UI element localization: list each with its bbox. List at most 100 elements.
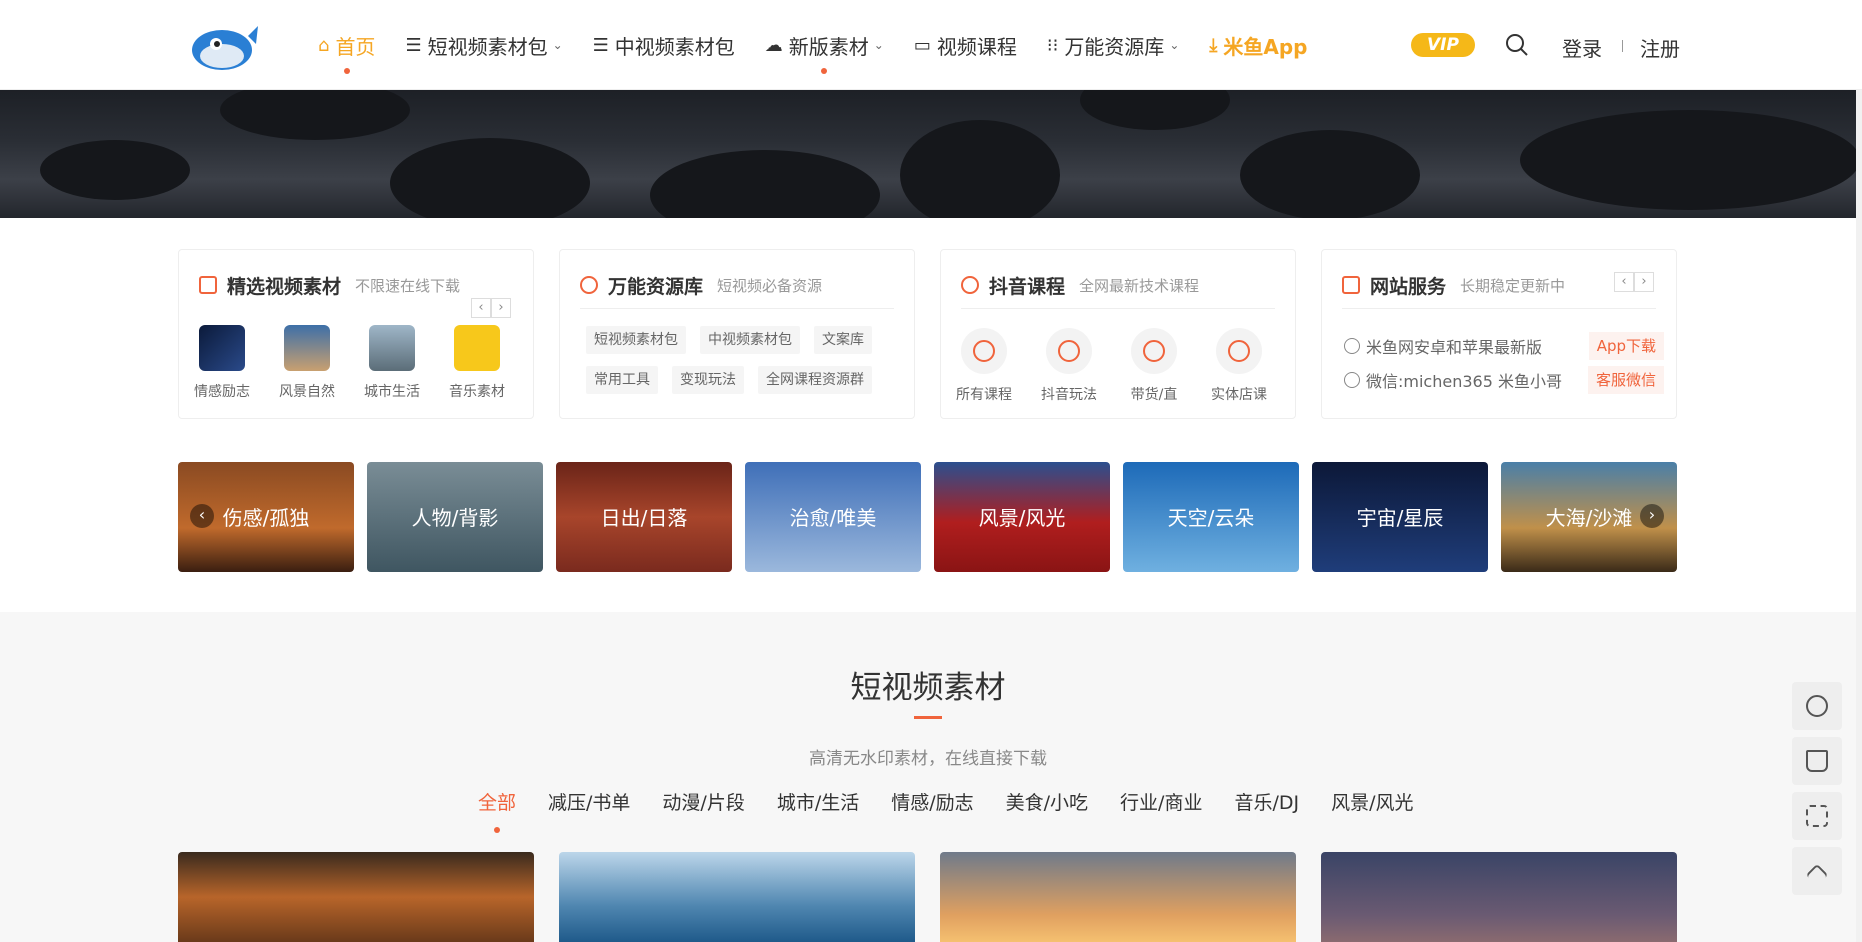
category-tile[interactable]: 治愈/唯美 xyxy=(745,462,921,572)
wechat-support-button[interactable]: 客服微信 xyxy=(1587,366,1664,394)
resource-tag[interactable]: 全网课程资源群 xyxy=(758,366,872,394)
resource-tag[interactable]: 变现玩法 xyxy=(672,366,744,394)
resource-tag[interactable]: 中视频素材包 xyxy=(700,326,800,354)
thumbnail-image xyxy=(454,325,500,371)
tab-filter[interactable]: 情感/励志 xyxy=(891,788,973,815)
course-item[interactable]: 实体店课 xyxy=(1211,328,1267,404)
card-douyin-courses: 抖音课程 全网最新技术课程 所有课程 抖音玩法 带货/直 实体店课 xyxy=(940,249,1296,419)
chevron-right-icon[interactable]: › xyxy=(1640,504,1664,528)
filter-tabs: 全部 减压/书单 动漫/片段 城市/生活 情感/励志 美食/小吃 行业/商业 音… xyxy=(478,788,1414,833)
card-site-services: 网站服务 长期稳定更新中 ‹ › 米鱼网安卓和苹果最新版 App下载 微信:mi… xyxy=(1321,249,1677,419)
category-tile[interactable]: 人物/背影 xyxy=(367,462,543,572)
thumbnail-image xyxy=(199,325,245,371)
back-to-top-icon[interactable] xyxy=(1792,847,1842,895)
nav-medium-video-pack-label: 中视频素材包 xyxy=(614,34,735,59)
banner-rock xyxy=(1240,130,1420,218)
card-subtitle: 全网最新技术课程 xyxy=(1079,276,1200,295)
document-icon xyxy=(1342,276,1360,294)
home-icon: ⌂ xyxy=(318,34,330,56)
main-nav: ⌂ 首页 ☰ 短视频素材包 ⌄ ☰ 中视频素材包 ☁ 新版素材 ⌄ ▭ 视频课程… xyxy=(318,0,1337,90)
video-card[interactable] xyxy=(559,852,915,942)
tab-filter[interactable]: 美食/小吃 xyxy=(1006,788,1088,815)
service-text: 微信:michen365 米鱼小哥 xyxy=(1366,372,1562,391)
carousel-arrows: ‹ › xyxy=(1614,272,1654,292)
featured-item[interactable]: 城市生活 xyxy=(364,325,420,401)
carousel-arrows: ‹ › xyxy=(471,298,511,318)
tab-filter[interactable]: 减压/书单 xyxy=(548,788,630,815)
tab-filter[interactable]: 动漫/片段 xyxy=(662,788,744,815)
banner-rock xyxy=(1080,90,1230,130)
list-icon: ☰ xyxy=(592,34,609,56)
tab-all[interactable]: 全部 xyxy=(478,788,516,833)
nav-app-label: 米鱼App xyxy=(1223,34,1308,59)
course-item-label: 实体店课 xyxy=(1211,387,1267,403)
register-link[interactable]: 注册 xyxy=(1640,33,1680,62)
service-row: 微信:michen365 米鱼小哥 客服微信 xyxy=(1344,364,1664,396)
banner-rock xyxy=(650,150,880,218)
section-title: 短视频素材 xyxy=(850,670,1006,706)
course-item-label: 抖音玩法 xyxy=(1041,387,1097,403)
chevron-left-icon[interactable]: ‹ xyxy=(190,504,214,528)
app-download-button[interactable]: App下载 xyxy=(1588,332,1664,360)
download-icon: ⤓ xyxy=(1209,34,1218,56)
course-icon xyxy=(961,328,1007,374)
vip-badge[interactable]: VIP xyxy=(1411,33,1475,57)
course-item[interactable]: 所有课程 xyxy=(956,328,1012,404)
video-card[interactable] xyxy=(1321,852,1677,942)
tab-filter[interactable]: 行业/商业 xyxy=(1120,788,1202,815)
course-item[interactable]: 抖音玩法 xyxy=(1041,328,1097,404)
nav-new-materials-label: 新版素材 xyxy=(788,34,869,59)
featured-item-label: 城市生活 xyxy=(364,384,420,400)
chevron-right-icon[interactable]: › xyxy=(1634,272,1654,292)
fullscreen-icon[interactable] xyxy=(1792,792,1842,840)
service-text: 米鱼网安卓和苹果最新版 xyxy=(1366,338,1543,357)
divider xyxy=(1622,40,1623,52)
nav-new-materials[interactable]: ☁ 新版素材 ⌄ xyxy=(765,0,884,90)
video-card[interactable] xyxy=(178,852,534,942)
tab-filter[interactable]: 音乐/DJ xyxy=(1234,788,1299,815)
thumbnail-image xyxy=(284,325,330,371)
section-underline xyxy=(914,716,942,719)
search-icon[interactable] xyxy=(1505,33,1529,57)
featured-item[interactable]: 风景自然 xyxy=(279,325,335,401)
resource-tag[interactable]: 文案库 xyxy=(814,326,872,354)
tab-filter[interactable]: 城市/生活 xyxy=(777,788,859,815)
nav-video-courses[interactable]: ▭ 视频课程 xyxy=(914,0,1017,90)
nav-app[interactable]: ⤓ 米鱼App xyxy=(1209,0,1307,90)
featured-item[interactable]: 情感励志 xyxy=(194,325,250,401)
nav-home-label: 首页 xyxy=(335,34,376,59)
nav-resource-library[interactable]: ⁝⁝ 万能资源库 ⌄ xyxy=(1047,0,1180,90)
resource-tag[interactable]: 常用工具 xyxy=(586,366,658,394)
new-dot xyxy=(821,68,828,74)
category-tile[interactable]: 天空/云朵 xyxy=(1123,462,1299,572)
category-tile[interactable]: 日出/日落 xyxy=(556,462,732,572)
tab-filter[interactable]: 风景/风光 xyxy=(1331,788,1413,815)
resource-tag[interactable]: 短视频素材包 xyxy=(586,326,686,354)
category-label: 日出/日落 xyxy=(600,506,688,530)
short-video-section: 短视频素材 高清无水印素材，在线直接下载 全部 减压/书单 动漫/片段 城市/生… xyxy=(0,612,1856,942)
chevron-left-icon[interactable]: ‹ xyxy=(471,298,491,318)
chevron-left-icon[interactable]: ‹ xyxy=(1614,272,1634,292)
chevron-down-icon: ⌄ xyxy=(552,38,563,52)
nav-short-video-pack[interactable]: ☰ 短视频素材包 ⌄ xyxy=(405,0,562,90)
crown-icon[interactable] xyxy=(1792,737,1842,785)
login-link[interactable]: 登录 xyxy=(1562,33,1602,62)
category-tile[interactable]: 宇宙/星辰 xyxy=(1312,462,1488,572)
nav-medium-video-pack[interactable]: ☰ 中视频素材包 xyxy=(593,0,735,90)
course-item[interactable]: 带货/直 xyxy=(1131,328,1177,404)
award-icon xyxy=(580,276,598,294)
banner-rock xyxy=(390,138,590,218)
chevron-right-icon[interactable]: › xyxy=(491,298,511,318)
clock-icon xyxy=(1344,338,1360,354)
video-icon: ▭ xyxy=(913,34,931,56)
nav-home[interactable]: ⌂ 首页 xyxy=(318,0,375,90)
video-card[interactable] xyxy=(940,852,1296,942)
course-item-label: 带货/直 xyxy=(1130,387,1178,403)
category-tile[interactable]: 风景/风光 xyxy=(934,462,1110,572)
scrollbar-track[interactable] xyxy=(1856,0,1862,942)
site-logo[interactable] xyxy=(186,14,258,74)
list-icon: ☰ xyxy=(405,34,422,56)
featured-item[interactable]: 音乐素材 xyxy=(449,325,505,401)
wechat-icon[interactable] xyxy=(1792,682,1842,730)
card-subtitle: 短视频必备资源 xyxy=(717,276,823,295)
